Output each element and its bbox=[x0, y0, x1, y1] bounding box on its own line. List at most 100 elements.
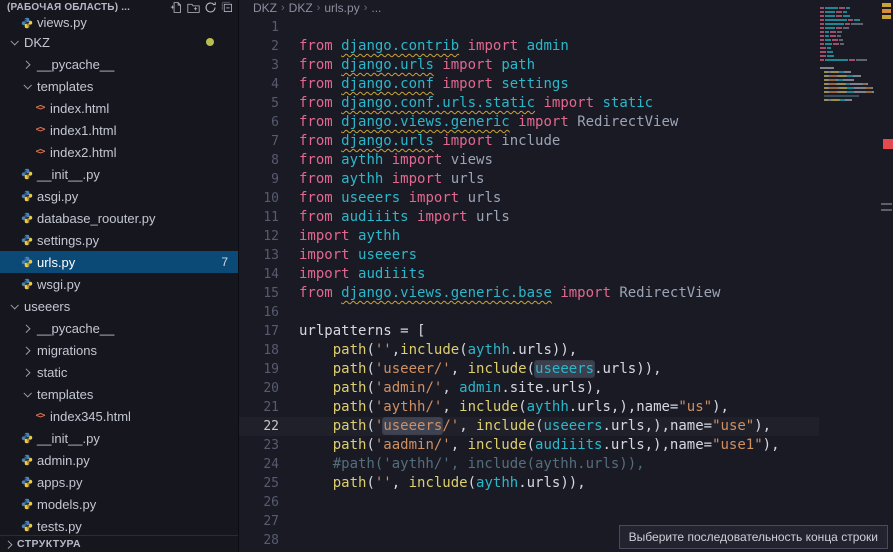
code-line[interactable]: 25 path('', include(aythh.urls)), bbox=[239, 474, 819, 493]
line-number: 19 bbox=[239, 360, 279, 379]
code-line[interactable]: 8from aythh import views bbox=[239, 151, 819, 170]
code-line[interactable]: 14import audiiits bbox=[239, 265, 819, 284]
tree-item[interactable]: templates bbox=[0, 383, 238, 405]
tree-item[interactable]: __init__.py bbox=[0, 427, 238, 449]
code-line[interactable]: 15from django.views.generic.base import … bbox=[239, 284, 819, 303]
tree-item[interactable]: __pycache__ bbox=[0, 317, 238, 339]
line-number: 25 bbox=[239, 474, 279, 493]
line-number: 13 bbox=[239, 246, 279, 265]
code-line[interactable]: 9from aythh import urls bbox=[239, 170, 819, 189]
code-line[interactable]: 3from django.urls import path bbox=[239, 56, 819, 75]
tree-item-label: settings.py bbox=[37, 233, 99, 248]
python-file-icon bbox=[21, 256, 33, 268]
python-file-icon bbox=[21, 234, 33, 246]
tree-item[interactable]: <>index2.html bbox=[0, 141, 238, 163]
tree-item[interactable]: static bbox=[0, 361, 238, 383]
breadcrumb-item[interactable]: DKZ bbox=[253, 1, 277, 15]
tree-item[interactable]: asgi.py bbox=[0, 185, 238, 207]
workspace-title: (РАБОЧАЯ ОБЛАСТЬ) ... bbox=[7, 2, 170, 13]
refresh-icon[interactable] bbox=[204, 1, 217, 14]
code-line[interactable]: 17urlpatterns = [ bbox=[239, 322, 819, 341]
python-file-icon bbox=[21, 476, 33, 488]
tree-item[interactable]: DKZ bbox=[0, 31, 238, 53]
tree-item[interactable]: settings.py bbox=[0, 229, 238, 251]
python-file-icon bbox=[21, 190, 33, 202]
breadcrumb-item[interactable]: urls.py bbox=[324, 1, 359, 15]
line-number: 16 bbox=[239, 303, 279, 322]
code-line[interactable]: 24 #path('aythh/', include(aythh.urls)), bbox=[239, 455, 819, 474]
tree-item-label: asgi.py bbox=[37, 189, 78, 204]
tree-item-label: migrations bbox=[37, 343, 97, 358]
breadcrumb-item[interactable]: ... bbox=[371, 1, 381, 15]
outline-section-header[interactable]: СТРУКТУРА bbox=[0, 535, 238, 552]
new-file-icon[interactable] bbox=[170, 1, 183, 14]
python-file-icon bbox=[21, 520, 33, 532]
tree-item[interactable]: wsgi.py bbox=[0, 273, 238, 295]
code-line[interactable]: 19 path('useeer/', include(useeers.urls)… bbox=[239, 360, 819, 379]
tree-item[interactable]: urls.py7 bbox=[0, 251, 238, 273]
code-line[interactable]: 5from django.conf.urls.static import sta… bbox=[239, 94, 819, 113]
code-line[interactable]: 26 bbox=[239, 493, 819, 512]
code-line[interactable]: 22 path('useeers/', include(useeers.urls… bbox=[239, 417, 819, 436]
code-line[interactable]: 11from audiiits import urls bbox=[239, 208, 819, 227]
collapse-all-icon[interactable] bbox=[221, 1, 234, 14]
code-line[interactable]: 7from django.urls import include bbox=[239, 132, 819, 151]
tree-item[interactable]: <>index1.html bbox=[0, 119, 238, 141]
tree-item[interactable]: __pycache__ bbox=[0, 53, 238, 75]
line-number: 2 bbox=[239, 37, 279, 56]
code-line[interactable]: 23 path('aadmin/', include(audiiits.urls… bbox=[239, 436, 819, 455]
tree-item[interactable]: views.py bbox=[0, 14, 238, 31]
tree-item-label: index1.html bbox=[50, 123, 116, 138]
line-number: 5 bbox=[239, 94, 279, 113]
scroll-marker bbox=[881, 209, 892, 211]
tree-item[interactable]: templates bbox=[0, 75, 238, 97]
tree-item[interactable]: admin.py bbox=[0, 449, 238, 471]
tree-item-label: static bbox=[37, 365, 67, 380]
chevron-right-icon bbox=[22, 324, 30, 332]
tree-item-label: views.py bbox=[37, 15, 87, 30]
line-number: 27 bbox=[239, 512, 279, 531]
tree-item-label: index345.html bbox=[50, 409, 131, 424]
tree-item-label: tests.py bbox=[37, 519, 82, 534]
scrollbar[interactable] bbox=[879, 0, 893, 552]
tree-item[interactable]: apps.py bbox=[0, 471, 238, 493]
code-line[interactable]: 21 path('aythh/', include(aythh.urls,),n… bbox=[239, 398, 819, 417]
minimap[interactable] bbox=[820, 2, 878, 114]
tree-item[interactable]: database_roouter.py bbox=[0, 207, 238, 229]
tree-item[interactable]: __init__.py bbox=[0, 163, 238, 185]
code-line[interactable]: 2from django.contrib import admin bbox=[239, 37, 819, 56]
breadcrumb-item[interactable]: DKZ bbox=[289, 1, 313, 15]
tree-item-label: useeers bbox=[24, 299, 70, 314]
tree-item-label: wsgi.py bbox=[37, 277, 80, 292]
line-number: 11 bbox=[239, 208, 279, 227]
explorer-section-header[interactable]: (РАБОЧАЯ ОБЛАСТЬ) ... bbox=[0, 0, 238, 14]
line-number: 10 bbox=[239, 189, 279, 208]
line-number: 1 bbox=[239, 18, 279, 37]
code-line[interactable]: 18 path('',include(aythh.urls)), bbox=[239, 341, 819, 360]
tree-item[interactable]: <>index.html bbox=[0, 97, 238, 119]
breadcrumb-separator-icon: › bbox=[317, 2, 321, 14]
breadcrumb-separator-icon: › bbox=[364, 2, 368, 14]
tree-item[interactable]: migrations bbox=[0, 339, 238, 361]
chevron-down-icon bbox=[10, 37, 18, 45]
code-line[interactable]: 6from django.views.generic import Redire… bbox=[239, 113, 819, 132]
tree-item[interactable]: <>index345.html bbox=[0, 405, 238, 427]
code-line[interactable]: 16 bbox=[239, 303, 819, 322]
scroll-marker bbox=[881, 203, 892, 205]
tree-item-label: urls.py bbox=[37, 255, 75, 270]
code-area[interactable]: 12from django.contrib import admin3from … bbox=[239, 16, 819, 552]
line-number: 8 bbox=[239, 151, 279, 170]
tree-item[interactable]: useeers bbox=[0, 295, 238, 317]
code-line[interactable]: 13import useeers bbox=[239, 246, 819, 265]
new-folder-icon[interactable] bbox=[187, 1, 200, 14]
python-file-icon bbox=[21, 17, 33, 29]
tree-item[interactable]: tests.py bbox=[0, 515, 238, 535]
line-number: 9 bbox=[239, 170, 279, 189]
code-line[interactable]: 1 bbox=[239, 18, 819, 37]
code-line[interactable]: 10from useeers import urls bbox=[239, 189, 819, 208]
tree-item[interactable]: models.py bbox=[0, 493, 238, 515]
code-line[interactable]: 4from django.conf import settings bbox=[239, 75, 819, 94]
code-line[interactable]: 12import aythh bbox=[239, 227, 819, 246]
code-line[interactable]: 20 path('admin/', admin.site.urls), bbox=[239, 379, 819, 398]
modified-dot bbox=[206, 38, 214, 46]
